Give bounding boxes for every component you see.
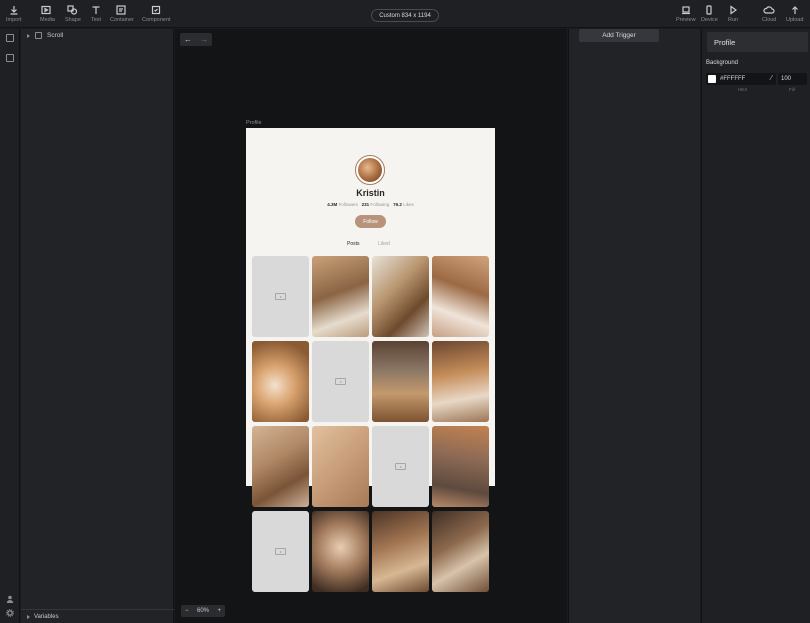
app-window: Import Media Shape Text Container Compon…	[0, 0, 810, 623]
video-placeholder-icon	[275, 548, 286, 555]
history-nav: ← →	[180, 33, 212, 46]
hex-caption: HEX	[738, 87, 748, 92]
post-photo[interactable]	[252, 426, 309, 507]
component-button[interactable]: Component	[142, 4, 170, 23]
post-photo[interactable]	[372, 511, 429, 592]
profile-avatar	[355, 155, 385, 185]
shape-button[interactable]: Shape	[65, 4, 81, 23]
post-photo[interactable]	[312, 426, 369, 507]
color-swatch[interactable]	[708, 75, 716, 83]
eyedropper-icon[interactable]: ⁄	[771, 75, 772, 82]
upload-icon	[790, 4, 800, 15]
zoom-out-button[interactable]: −	[185, 608, 189, 614]
variables-section[interactable]: Variables	[21, 609, 174, 623]
background-hex-input[interactable]: #FFFFFF ⁄	[706, 73, 776, 85]
undo-arrow-icon[interactable]: ←	[180, 33, 196, 46]
profile-stats: 4.3M Followers 231 Following 76.2 Likes	[327, 202, 414, 207]
posts-grid	[252, 256, 492, 592]
container-button[interactable]: Container	[110, 4, 134, 23]
text-button[interactable]: Text	[91, 4, 101, 23]
variables-label: Variables	[34, 613, 59, 620]
post-photo[interactable]	[432, 426, 489, 507]
zoom-level[interactable]: 60%	[197, 608, 209, 614]
phone-icon	[704, 4, 714, 15]
fill-opacity-input[interactable]: 100	[778, 73, 807, 85]
canvas-size-selector[interactable]: Custom 834 x 1194	[371, 9, 439, 22]
tab-liked[interactable]: Liked	[378, 241, 390, 247]
post-photo[interactable]	[432, 511, 489, 592]
user-icon[interactable]	[6, 595, 14, 603]
video-placeholder-icon	[275, 293, 286, 300]
hex-value: #FFFFFF	[720, 76, 746, 82]
post-placeholder[interactable]	[372, 426, 429, 507]
post-photo[interactable]	[432, 341, 489, 422]
post-photo[interactable]	[432, 256, 489, 337]
post-photo[interactable]	[372, 256, 429, 337]
media-button[interactable]: Media	[40, 4, 55, 23]
laptop-icon	[681, 4, 691, 15]
add-trigger-button[interactable]: Add Trigger	[579, 29, 659, 42]
layers-panel-icon[interactable]	[6, 34, 14, 42]
design-canvas[interactable]: ← → Profile Kristin 4.3M Followers 231 F…	[175, 29, 567, 623]
settings-gear-icon[interactable]	[6, 609, 14, 617]
layer-item-scroll[interactable]: Scroll	[27, 32, 63, 39]
run-button[interactable]: Run	[728, 4, 738, 23]
background-label: Background	[706, 60, 739, 66]
post-placeholder[interactable]	[252, 511, 309, 592]
layers-panel: Scroll Variables	[21, 29, 174, 623]
assets-panel-icon[interactable]	[6, 54, 14, 62]
import-button[interactable]: Import	[6, 4, 22, 23]
video-placeholder-icon	[395, 463, 406, 470]
post-photo[interactable]	[312, 511, 369, 592]
play-icon	[728, 4, 738, 15]
post-photo[interactable]	[312, 256, 369, 337]
variables-expand-icon	[27, 614, 30, 619]
cloud-icon	[763, 4, 775, 15]
shape-icon	[67, 4, 79, 15]
profile-name: Kristin	[356, 188, 385, 198]
post-placeholder[interactable]	[312, 341, 369, 422]
scroll-layer-icon	[35, 32, 42, 39]
component-icon	[151, 4, 161, 15]
cloud-button[interactable]: Cloud	[762, 4, 776, 23]
expand-triangle-icon[interactable]	[27, 33, 30, 38]
fill-caption: Fill	[789, 87, 795, 92]
text-icon	[91, 4, 101, 15]
post-photo[interactable]	[372, 341, 429, 422]
trigger-panel: Add Trigger	[568, 29, 700, 623]
follow-button[interactable]: Follow	[355, 215, 386, 228]
container-icon	[116, 4, 128, 15]
device-button[interactable]: Device	[701, 4, 718, 23]
properties-panel: Profile Background #FFFFFF ⁄ 100 HEX Fil…	[701, 29, 810, 623]
redo-arrow-icon[interactable]: →	[196, 33, 212, 46]
frame-label[interactable]: Profile	[246, 120, 262, 126]
properties-title: Profile	[707, 32, 808, 52]
zoom-control: − 60% +	[181, 605, 225, 617]
preview-button[interactable]: Preview	[676, 4, 696, 23]
layer-label: Scroll	[47, 32, 64, 39]
zoom-in-button[interactable]: +	[217, 608, 221, 614]
upload-button[interactable]: Upload	[786, 4, 803, 23]
left-icon-strip	[0, 29, 20, 623]
top-toolbar: Import Media Shape Text Container Compon…	[0, 0, 810, 28]
media-icon	[41, 4, 53, 15]
tab-posts[interactable]: Posts	[347, 241, 360, 247]
post-photo[interactable]	[252, 341, 309, 422]
import-icon	[9, 4, 19, 15]
post-placeholder[interactable]	[252, 256, 309, 337]
video-placeholder-icon	[335, 378, 346, 385]
